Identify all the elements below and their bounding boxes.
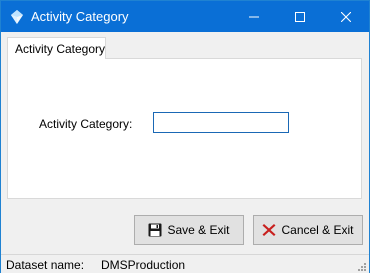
status-bar: Dataset name: DMSProduction [1,254,369,273]
activity-category-input[interactable] [153,112,289,133]
close-icon [341,11,351,22]
save-exit-label: Save & Exit [167,223,230,237]
window-title: Activity Category [31,9,129,24]
cancel-exit-label: Cancel & Exit [281,223,354,237]
activity-category-label: Activity Category: [39,117,133,131]
close-button[interactable] [323,1,369,32]
dataset-name-value: DMSProduction [101,258,186,272]
minimize-button[interactable] [231,1,277,32]
title-bar[interactable]: Activity Category [1,1,369,32]
cancel-exit-button[interactable]: Cancel & Exit [253,215,363,245]
red-x-icon [262,223,276,237]
minimize-icon [249,12,259,22]
tab-activity-category[interactable]: Activity Category [7,37,106,59]
floppy-disk-icon [148,223,162,237]
resize-grip-icon[interactable] [357,261,367,271]
maximize-icon [295,11,305,22]
dataset-name-label: Dataset name: [6,258,85,272]
app-icon [9,9,25,25]
dialog-window: Activity Category Activity Category Acti… [0,0,370,273]
tab-label: Activity Category [15,42,106,56]
save-exit-button[interactable]: Save & Exit [134,215,244,245]
maximize-button[interactable] [277,1,323,32]
tab-panel: Activity Category: [7,58,362,199]
